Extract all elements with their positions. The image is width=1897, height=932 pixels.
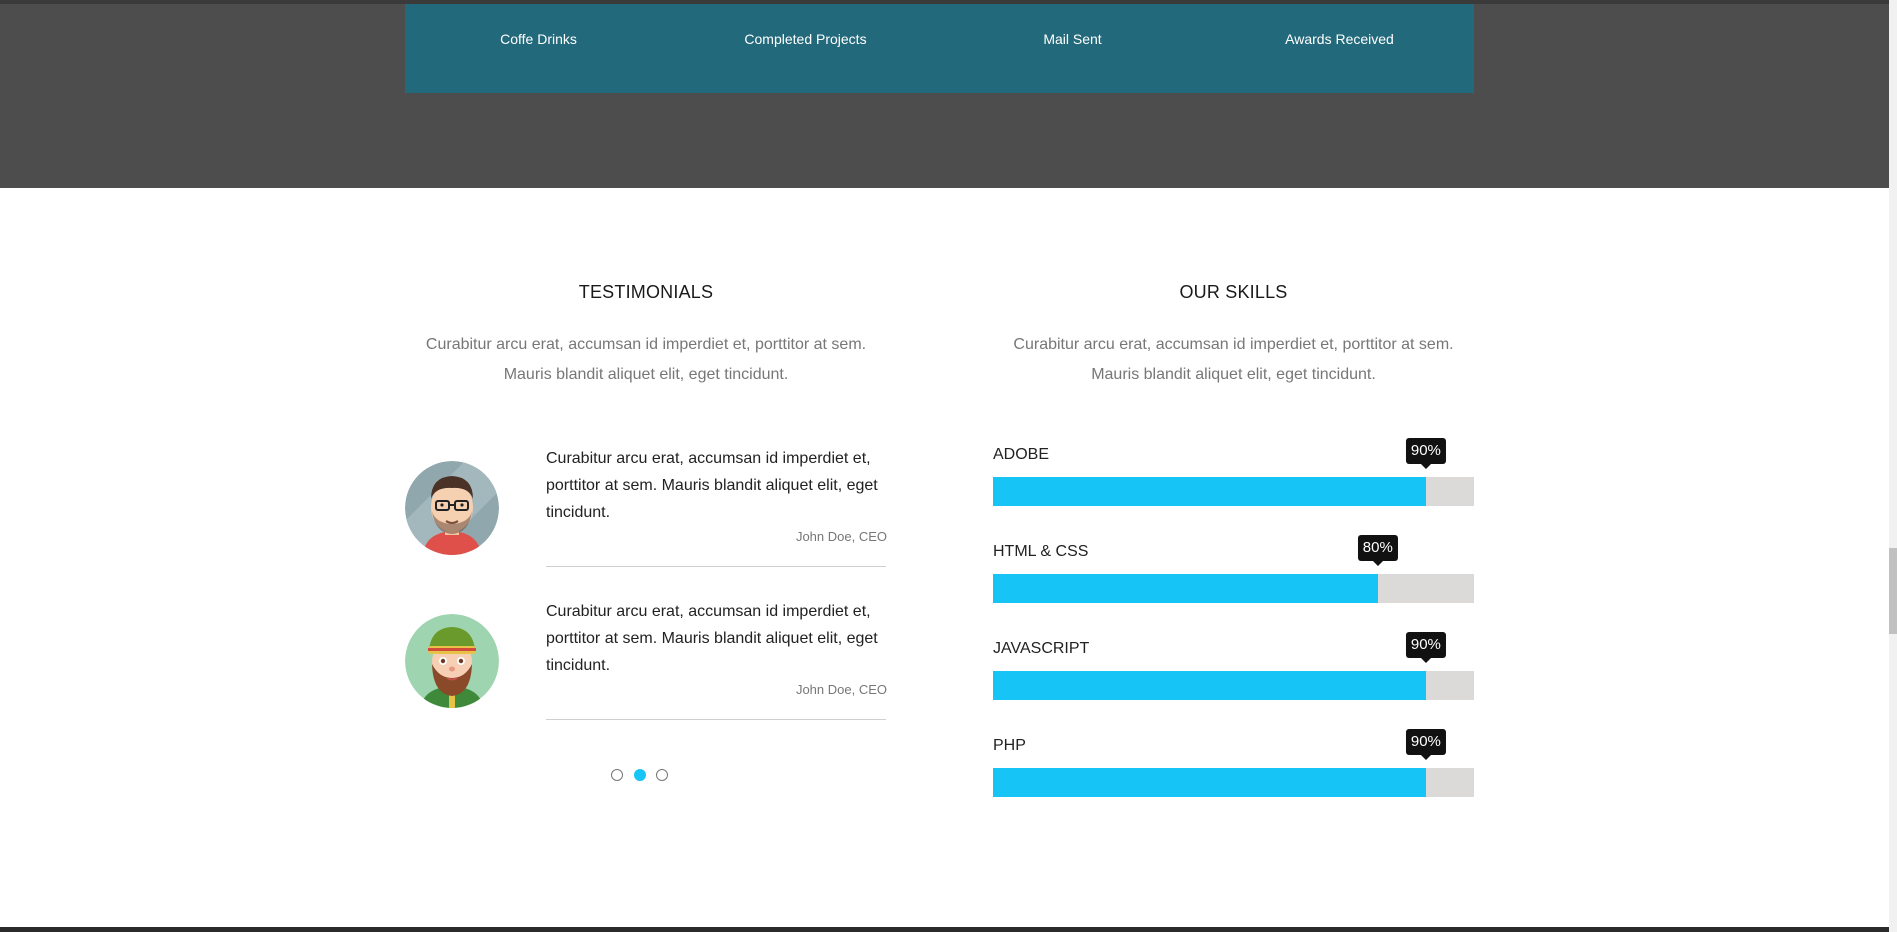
testimonials-title: TESTIMONIALS — [578, 282, 714, 302]
desc-line: Mauris blandit aliquet elit, eget tincid… — [503, 366, 789, 383]
skill-percent-bubble: 90% — [1405, 729, 1446, 760]
skill-bar-track — [993, 768, 1474, 797]
skill-percent-bubble: 90% — [1405, 632, 1446, 663]
skill-name: HTML & CSS — [993, 543, 1089, 560]
skill-percent-bubble: 90% — [1405, 438, 1446, 469]
stat-label: Coffe Drinks — [500, 31, 577, 47]
desc-line: Curabitur arcu erat, accumsan id imperdi… — [1013, 336, 1454, 353]
skill-percent-bubble: 80% — [1357, 535, 1398, 566]
skill-javascript: JAVASCRIPT 90% — [993, 632, 1474, 710]
stats-band: Coffe Drinks Completed Projects Mail Sen… — [0, 0, 1889, 188]
testimonial-divider — [546, 566, 886, 567]
testimonial-divider — [546, 719, 886, 720]
footer-edge — [0, 927, 1889, 932]
testimonial-author: John Doe, CEO — [795, 682, 887, 697]
testimonial-text: Curabitur arcu erat, accumsan id imperdi… — [546, 603, 878, 674]
skill-bar-fill — [993, 477, 1426, 506]
skill-bar-track — [993, 671, 1474, 700]
testimonial-author: John Doe, CEO — [795, 529, 887, 544]
testimonial-item: Curabitur arcu erat, accumsan id imperdi… — [405, 598, 887, 738]
skill-name: PHP — [993, 737, 1026, 754]
stat-label: Awards Received — [1285, 31, 1394, 47]
skill-php: PHP 90% — [993, 729, 1474, 807]
page-scrollbar[interactable] — [1889, 0, 1897, 932]
stat-label: Mail Sent — [1043, 31, 1102, 47]
skill-adobe: ADOBE 90% — [993, 438, 1474, 516]
scrollbar-thumb[interactable] — [1889, 548, 1897, 634]
testimonial-item: Curabitur arcu erat, accumsan id imperdi… — [405, 445, 887, 585]
desc-line: Mauris blandit aliquet elit, eget tincid… — [1091, 366, 1376, 383]
bearded-man-hat-avatar-icon — [405, 614, 499, 708]
skill-bar-fill — [993, 671, 1426, 700]
stats-box: Coffe Drinks Completed Projects Mail Sen… — [405, 4, 1474, 93]
desc-line: Curabitur arcu erat, accumsan id imperdi… — [425, 336, 867, 353]
skill-bar-fill — [993, 768, 1426, 797]
carousel-dot-1[interactable] — [611, 769, 623, 781]
skill-bar-fill — [993, 574, 1378, 603]
skill-name: JAVASCRIPT — [993, 640, 1090, 657]
skill-bar-track — [993, 477, 1474, 506]
stat-label: Completed Projects — [744, 31, 867, 47]
skill-bar-track — [993, 574, 1474, 603]
testimonial-text: Curabitur arcu erat, accumsan id imperdi… — [546, 450, 878, 521]
skill-html-css: HTML & CSS 80% — [993, 535, 1474, 613]
testimonials-description: Curabitur arcu erat, accumsan id imperdi… — [405, 330, 887, 390]
man-with-glasses-avatar-icon — [405, 461, 499, 555]
skills-description: Curabitur arcu erat, accumsan id imperdi… — [993, 330, 1474, 390]
carousel-dot-3[interactable] — [656, 769, 668, 781]
skills-title: OUR SKILLS — [1179, 282, 1288, 302]
skill-name: ADOBE — [993, 446, 1050, 463]
carousel-dot-2[interactable] — [634, 769, 646, 781]
